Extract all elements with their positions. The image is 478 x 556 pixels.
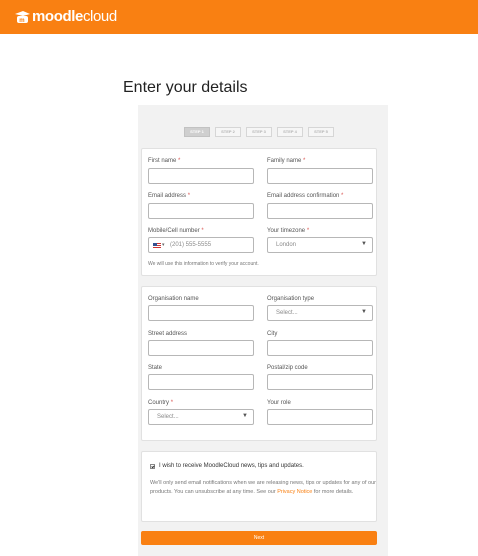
- chevron-down-icon: ▼: [361, 309, 367, 315]
- top-bar: m moodlecloud: [0, 0, 478, 34]
- organisation-card: Organisation name Organisation type Sele…: [141, 286, 377, 441]
- first-name-field[interactable]: [148, 168, 254, 184]
- step-5: STEP 5: [308, 127, 334, 137]
- mobile-field[interactable]: ▾ (201) 555-5555: [148, 237, 254, 253]
- org-name-label: Organisation name: [148, 296, 199, 302]
- first-name-label: First name *: [148, 158, 181, 164]
- step-4: STEP 4: [277, 127, 303, 137]
- chevron-down-icon[interactable]: ▾: [162, 242, 165, 248]
- moodle-hat-icon: m: [15, 11, 30, 24]
- street-label: Street address: [148, 331, 188, 337]
- logo-text: moodlecloud: [32, 8, 117, 25]
- email-confirm-label: Email address confirmation *: [267, 193, 344, 199]
- next-button[interactable]: Next: [141, 531, 377, 545]
- email-label: Email address *: [148, 193, 191, 199]
- timezone-label: Your timezone *: [267, 228, 310, 234]
- us-flag-icon[interactable]: [153, 243, 161, 248]
- moodlecloud-logo[interactable]: m moodlecloud: [14, 9, 117, 25]
- street-field[interactable]: [148, 340, 254, 356]
- timezone-select[interactable]: London ▼: [267, 237, 373, 253]
- role-field[interactable]: [267, 409, 373, 425]
- org-type-select[interactable]: Select... ▼: [267, 305, 373, 321]
- email-field[interactable]: [148, 203, 254, 219]
- step-3: STEP 3: [246, 127, 272, 137]
- notice-text: We'll only send email notifications when…: [150, 480, 376, 495]
- state-label: State: [148, 365, 163, 371]
- family-name-field[interactable]: [267, 168, 373, 184]
- state-field[interactable]: [148, 374, 254, 390]
- privacy-notice-link[interactable]: Privacy Notice: [277, 489, 312, 495]
- consent-card: I wish to receive MoodleCloud news, tips…: [141, 451, 377, 522]
- step-1: STEP 1: [184, 127, 210, 137]
- personal-details-card: First name * Family name * Email address…: [141, 148, 377, 276]
- chevron-down-icon: ▼: [242, 413, 248, 419]
- postal-field[interactable]: [267, 374, 373, 390]
- mobile-label: Mobile/Cell number *: [148, 228, 204, 234]
- family-name-label: Family name *: [267, 158, 306, 164]
- signup-panel: STEP 1 STEP 2 STEP 3 STEP 4 STEP 5 First…: [138, 105, 388, 556]
- newsletter-label: I wish to receive MoodleCloud news, tips…: [159, 463, 304, 469]
- country-select[interactable]: Select... ▼: [148, 409, 254, 425]
- org-name-field[interactable]: [148, 305, 254, 321]
- page-title: Enter your details: [123, 79, 248, 96]
- newsletter-checkbox[interactable]: [150, 464, 155, 469]
- role-label: Your role: [267, 400, 291, 406]
- email-confirm-field[interactable]: [267, 203, 373, 219]
- step-2: STEP 2: [215, 127, 241, 137]
- city-field[interactable]: [267, 340, 373, 356]
- chevron-down-icon: ▼: [361, 241, 367, 247]
- mobile-placeholder: (201) 555-5555: [170, 242, 212, 248]
- country-label: Country *: [148, 400, 174, 406]
- step-indicator: STEP 1 STEP 2 STEP 3 STEP 4 STEP 5: [184, 127, 339, 137]
- verify-help-text: We will use this information to verify y…: [148, 261, 259, 267]
- org-type-label: Organisation type: [267, 296, 315, 302]
- city-label: City: [267, 331, 278, 337]
- postal-label: Postal/zip code: [267, 365, 308, 371]
- svg-text:m: m: [19, 18, 24, 24]
